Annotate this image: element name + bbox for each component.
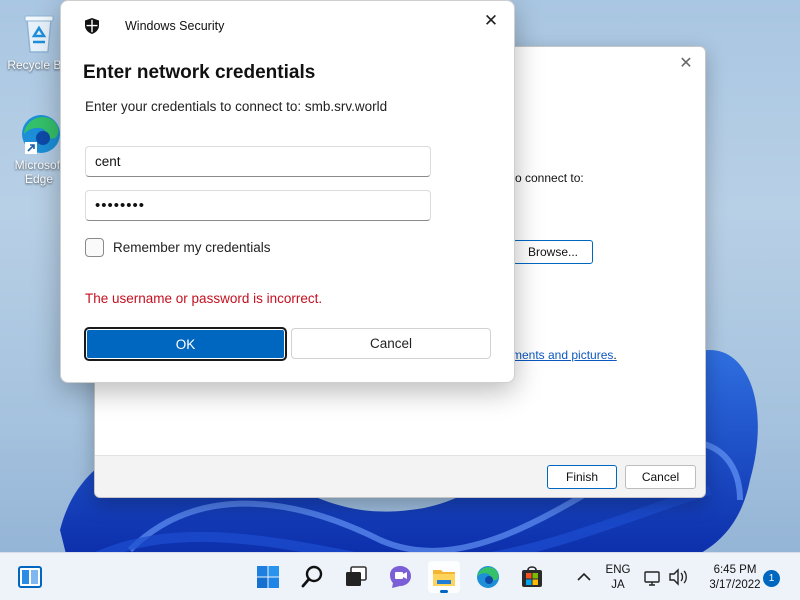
chat-icon[interactable] bbox=[384, 561, 416, 593]
file-explorer-icon[interactable] bbox=[428, 561, 460, 593]
dialog-subtitle: Enter your credentials to connect to: sm… bbox=[85, 99, 388, 114]
remember-credentials[interactable]: Remember my credentials bbox=[85, 238, 271, 257]
clock-date: 3/17/2022 bbox=[709, 579, 761, 591]
desktop-icon-label: Microsoft Edge bbox=[14, 158, 64, 186]
edge-icon[interactable] bbox=[472, 561, 504, 593]
edge-icon bbox=[15, 108, 63, 156]
remember-checkbox[interactable] bbox=[85, 238, 104, 257]
ok-button[interactable]: OK bbox=[84, 327, 287, 361]
language-top: ENG bbox=[605, 564, 631, 576]
wizard-text: o connect to: bbox=[515, 171, 584, 185]
close-icon[interactable]: ✕ bbox=[480, 10, 502, 32]
dialog-heading: Enter network credentials bbox=[83, 62, 316, 83]
task-view-icon[interactable] bbox=[340, 561, 372, 593]
clock-time: 6:45 PM bbox=[713, 564, 757, 576]
dialog-titlebar: Windows Security ✕ bbox=[61, 1, 514, 49]
wizard-link-text[interactable]: ments and pictures bbox=[512, 348, 613, 362]
browse-button[interactable]: Browse... bbox=[513, 240, 593, 264]
shield-icon bbox=[85, 18, 99, 34]
widgets-icon[interactable] bbox=[14, 561, 46, 593]
wizard-link[interactable]: ments and pictures. bbox=[512, 348, 617, 362]
language-indicator[interactable]: ENG JA bbox=[598, 563, 638, 593]
remember-label[interactable]: Remember my credentials bbox=[113, 240, 271, 255]
error-message: The username or password is incorrect. bbox=[85, 291, 323, 306]
close-icon[interactable]: ✕ bbox=[675, 53, 697, 75]
notification-badge[interactable]: 1 bbox=[763, 570, 780, 587]
recycle-bin-icon bbox=[15, 8, 63, 56]
username-field[interactable] bbox=[85, 146, 431, 177]
cancel-button[interactable]: Cancel bbox=[291, 328, 491, 359]
network-icon[interactable] bbox=[642, 561, 664, 593]
start-icon[interactable] bbox=[252, 561, 284, 593]
wizard-cancel-button[interactable]: Cancel bbox=[625, 465, 696, 489]
language-bottom: JA bbox=[611, 579, 625, 591]
windows-security-dialog: Windows Security ✕ Enter network credent… bbox=[60, 0, 515, 383]
clock[interactable]: 6:45 PM 3/17/2022 bbox=[698, 563, 772, 593]
wizard-link-suffix: . bbox=[613, 348, 617, 362]
chevron-up-icon[interactable] bbox=[568, 561, 600, 593]
store-icon[interactable] bbox=[516, 561, 548, 593]
search-icon[interactable] bbox=[296, 561, 328, 593]
taskbar: ENG JA 6:45 PM 3/17/2022 1 bbox=[0, 552, 800, 600]
dialog-title: Windows Security bbox=[125, 19, 225, 33]
password-field[interactable] bbox=[85, 190, 431, 221]
wizard-footer: Finish Cancel bbox=[95, 455, 705, 497]
volume-icon[interactable] bbox=[666, 561, 690, 593]
finish-button[interactable]: Finish bbox=[547, 465, 617, 489]
